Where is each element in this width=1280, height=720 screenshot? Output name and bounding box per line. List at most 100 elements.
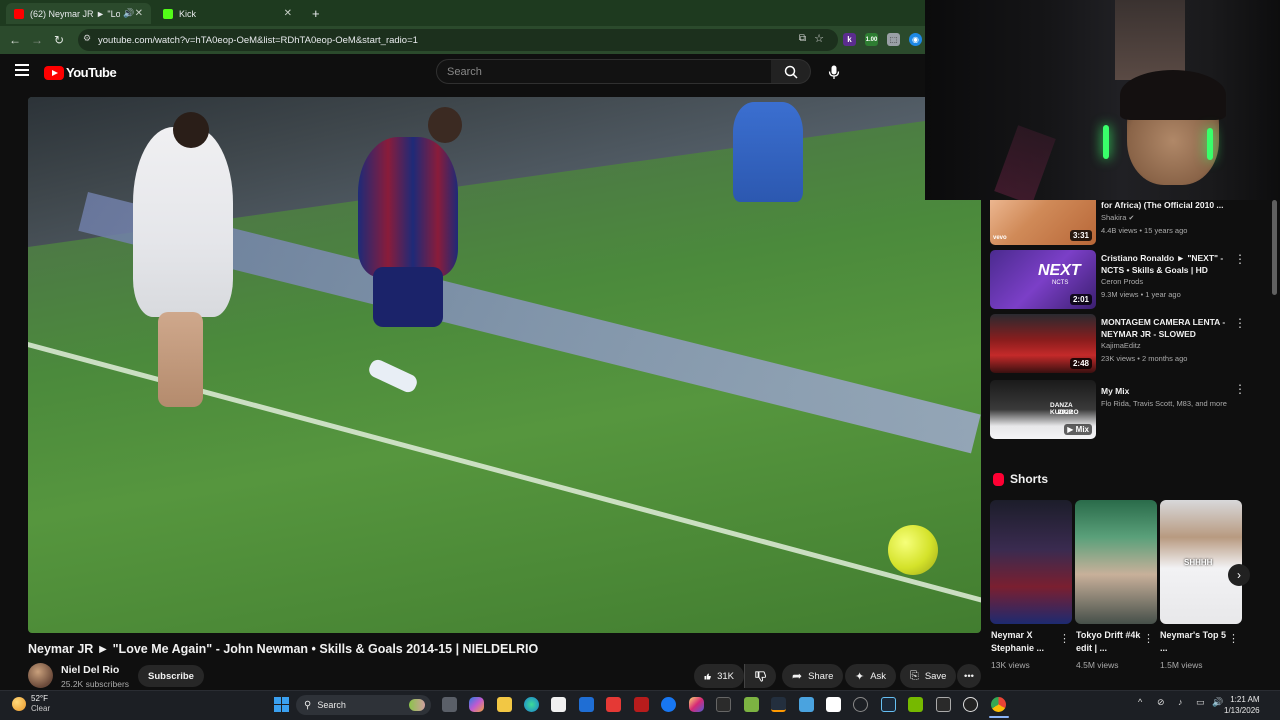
chrome-icon[interactable] <box>991 697 1006 712</box>
browser-tab-bar: (62) Neymar JR ► "Love Me 🔊 ✕ Kick ✕ + <box>0 0 925 26</box>
bookmark-star-icon[interactable]: ☆ <box>814 32 824 45</box>
recommendation-item[interactable]: NEXT NCTS 2:01 Cristiano Ronaldo ► "NEXT… <box>990 250 1275 314</box>
tab-youtube[interactable]: (62) Neymar JR ► "Love Me 🔊 ✕ <box>6 3 151 24</box>
more-vertical-icon[interactable]: ⋮ <box>1143 632 1154 645</box>
store-icon[interactable] <box>551 697 566 712</box>
speaker-icon[interactable]: 🔊 <box>123 8 134 19</box>
search-placeholder: Search <box>447 65 482 78</box>
like-button[interactable]: 31K <box>694 664 744 688</box>
recommendation-item[interactable]: 2:48 MONTAGEM CAMERA LENTA - NEYMAR JR -… <box>990 314 1275 378</box>
instagram-icon[interactable] <box>689 697 704 712</box>
epic-games-icon[interactable] <box>936 697 951 712</box>
app-icon[interactable] <box>716 697 731 712</box>
extension-k-icon[interactable]: k <box>843 33 856 46</box>
recommendation-title[interactable]: Cristiano Ronaldo ► "NEXT" - NCTS • Skil… <box>1101 252 1231 276</box>
netflix-icon[interactable] <box>634 697 649 712</box>
edge-icon[interactable] <box>524 697 539 712</box>
more-vertical-icon[interactable]: ⋮ <box>1234 316 1246 330</box>
background-object <box>1115 0 1185 80</box>
volume-icon[interactable]: 🔊 <box>1212 697 1223 708</box>
short-title[interactable]: Tokyo Drift #4k edit | ... <box>1076 629 1146 655</box>
file-explorer-icon[interactable] <box>497 697 512 712</box>
channel-name[interactable]: Niel Del Rio <box>61 664 119 676</box>
video-player[interactable]: nieldelrio <box>28 97 981 633</box>
moon-weather-icon <box>12 697 26 711</box>
recommendation-title[interactable]: MONTAGEM CAMERA LENTA - NEYMAR JR - SLOW… <box>1101 316 1231 340</box>
player-boot <box>366 357 420 395</box>
microphone-icon[interactable]: ♪ <box>1178 697 1183 707</box>
steam-icon[interactable] <box>881 697 896 712</box>
mail-icon[interactable] <box>579 697 594 712</box>
more-vertical-icon[interactable]: ⋮ <box>1234 252 1246 266</box>
hulu-icon[interactable] <box>744 697 759 712</box>
site-info-icon[interactable]: ⚙ <box>83 33 91 44</box>
extension-blue-icon[interactable]: ◉ <box>909 33 922 46</box>
share-button[interactable]: ➦ Share <box>782 664 844 688</box>
copilot-icon[interactable] <box>469 697 484 712</box>
display-icon[interactable]: ▭ <box>1196 697 1205 708</box>
windows-start-icon[interactable] <box>274 697 289 712</box>
sidebar-scrollbar[interactable] <box>1272 200 1277 295</box>
arrow-left-icon: ← <box>9 33 21 47</box>
short-title[interactable]: Neymar's Top 5 ... <box>1160 629 1230 655</box>
amazon-icon[interactable] <box>771 697 786 712</box>
more-vertical-icon[interactable]: ⋮ <box>1234 382 1246 396</box>
search-input[interactable]: Search <box>436 59 772 84</box>
nvidia-icon[interactable] <box>908 697 923 712</box>
recommendation-thumbnail[interactable]: 2:48 <box>990 314 1096 373</box>
new-tab-button[interactable]: + <box>304 3 324 24</box>
recommendation-thumbnail[interactable]: DANZA KUDURO 2022 ▶ Mix <box>990 380 1096 439</box>
more-vertical-icon[interactable]: ⋮ <box>1059 632 1070 645</box>
taskbar-clock[interactable]: 1:21 AM 1/13/2026 <box>1224 694 1260 716</box>
task-view-icon[interactable] <box>442 697 457 712</box>
ask-button[interactable]: ✦ Ask <box>845 664 897 688</box>
recommendation-item-mix[interactable]: DANZA KUDURO 2022 ▶ Mix My Mix Flo Rida,… <box>990 380 1275 444</box>
subscribe-button[interactable]: Subscribe <box>138 665 204 687</box>
dislike-button[interactable] <box>744 664 776 688</box>
channel-avatar[interactable] <box>28 663 53 688</box>
hamburger-menu-icon[interactable] <box>15 64 29 76</box>
recommendation-channel[interactable]: Ceron Prods <box>1101 277 1143 286</box>
roblox-icon[interactable] <box>826 697 841 712</box>
forward-button[interactable]: → <box>26 29 48 51</box>
reload-button[interactable]: ↻ <box>48 29 70 51</box>
install-app-icon[interactable]: ⧉ <box>799 33 806 44</box>
youtube-app-icon[interactable] <box>606 697 621 712</box>
short-thumbnail[interactable] <box>990 500 1072 624</box>
recommendation-thumbnail[interactable]: NEXT NCTS 2:01 <box>990 250 1096 309</box>
short-thumbnail[interactable] <box>1075 500 1157 624</box>
youtube-logo[interactable]: YouTube <box>44 65 117 80</box>
taskbar-search[interactable]: ⚲ Search <box>296 695 431 715</box>
chevron-up-icon[interactable]: ^ <box>1138 697 1142 707</box>
recommendation-title[interactable]: for Africa) (The Official 2010 ... <box>1101 199 1231 211</box>
cursor-app-icon[interactable] <box>853 697 868 712</box>
app-icon[interactable] <box>963 697 978 712</box>
close-tab-icon[interactable]: ✕ <box>135 8 143 19</box>
recommendation-channel: Flo Rida, Travis Scott, M83, and more <box>1101 399 1227 408</box>
voice-search-button[interactable] <box>822 60 846 84</box>
tab-kick[interactable]: Kick ✕ <box>155 3 300 24</box>
short-thumbnail[interactable]: SHHHH <box>1160 500 1242 624</box>
back-button[interactable]: ← <box>4 29 26 51</box>
more-vertical-icon[interactable]: ⋮ <box>1228 632 1239 645</box>
recommendation-title[interactable]: My Mix <box>1101 385 1231 397</box>
app-icon[interactable] <box>799 697 814 712</box>
save-button[interactable]: ⎘ Save <box>900 664 957 688</box>
reload-icon: ↻ <box>53 33 65 47</box>
recommendation-channel[interactable]: KajimaEditz <box>1101 341 1141 350</box>
network-off-icon[interactable]: ⊘ <box>1157 697 1165 708</box>
player-barcelona-kit <box>358 137 458 277</box>
shorts-next-button[interactable]: › <box>1228 564 1250 586</box>
search-button[interactable] <box>771 59 811 84</box>
playlist-icon: ▶ <box>1067 425 1074 434</box>
duration-badge: 2:48 <box>1069 358 1092 369</box>
recommendation-channel[interactable]: Shakira ✔ <box>1101 213 1134 222</box>
extension-gray-icon[interactable]: ⬚ <box>887 33 900 46</box>
more-actions-button[interactable]: ••• <box>957 664 981 688</box>
address-bar[interactable]: ⚙ youtube.com/watch?v=hTA0eop-OeM&list=R… <box>78 29 838 51</box>
weather-widget[interactable]: 52°F Clear <box>12 694 50 714</box>
close-tab-icon[interactable]: ✕ <box>284 8 292 19</box>
extension-badge-icon[interactable]: 1.00 <box>865 33 878 46</box>
short-title[interactable]: Neymar X Stephanie ... <box>991 629 1061 655</box>
facebook-icon[interactable] <box>661 697 676 712</box>
